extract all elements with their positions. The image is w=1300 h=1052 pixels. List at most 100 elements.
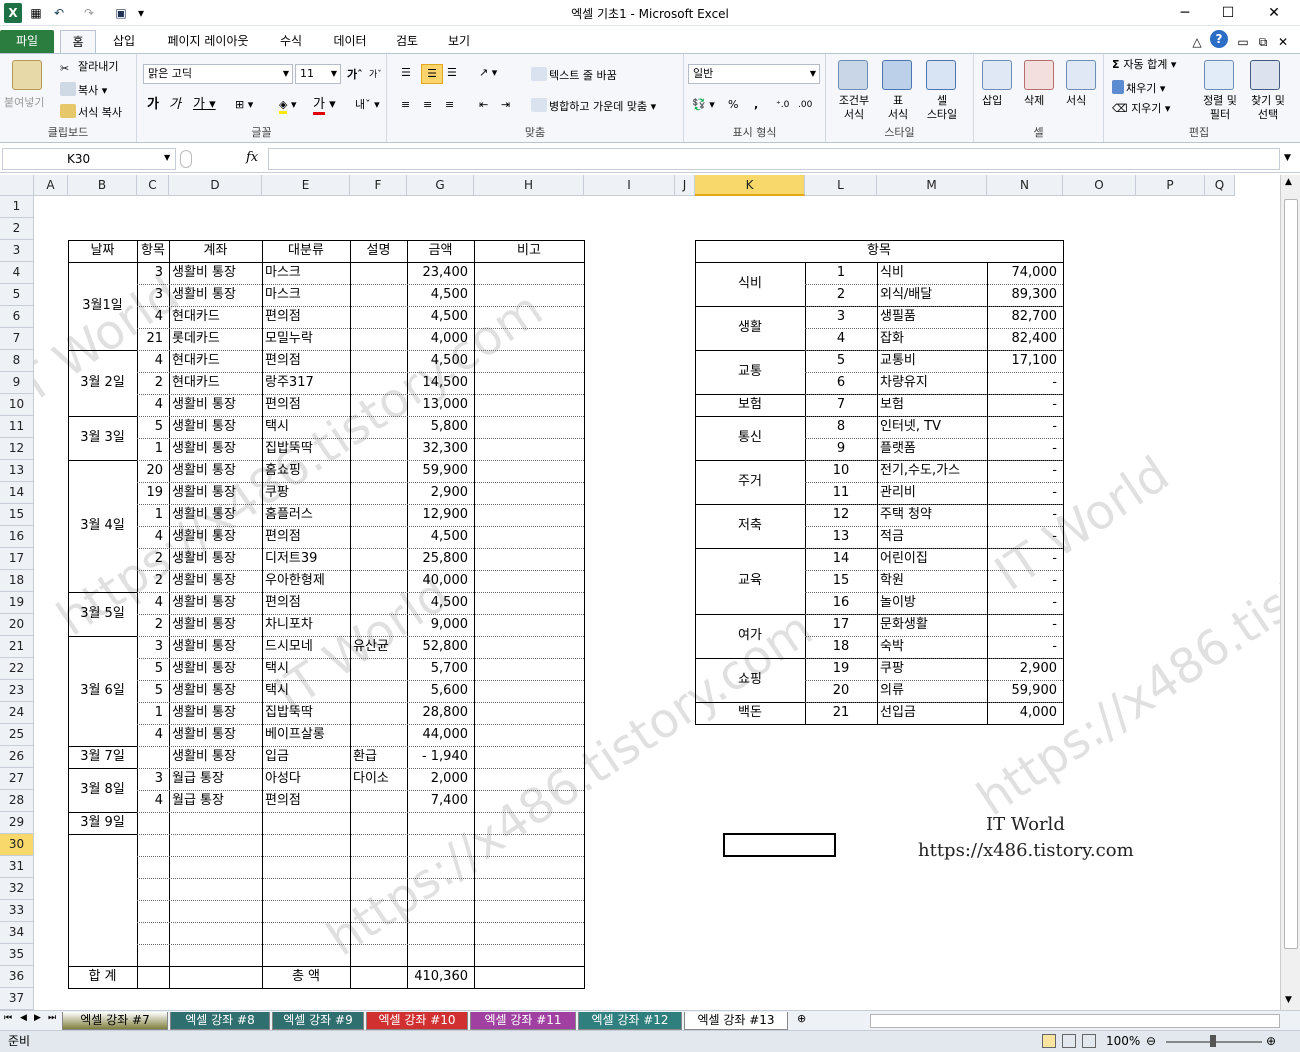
column-header-n[interactable]: N	[987, 175, 1063, 196]
increase-decimal-icon[interactable]: ⁺.0	[776, 98, 789, 112]
column-header-f[interactable]: F	[350, 175, 407, 196]
tab-file[interactable]: 파일	[0, 30, 54, 53]
column-header-l[interactable]: L	[805, 175, 877, 196]
row-header-33[interactable]: 33	[0, 900, 34, 922]
grow-font-icon[interactable]: 가ˆ	[347, 68, 363, 82]
column-header-a[interactable]: A	[34, 175, 68, 196]
row-header-15[interactable]: 15	[0, 504, 34, 526]
page-break-view-icon[interactable]	[1082, 1034, 1096, 1048]
font-size-select[interactable]: 11 ▼	[295, 64, 341, 84]
tab-data[interactable]: 데이터	[322, 30, 378, 53]
merge-center-button[interactable]: 병합하고 가운데 맞춤 ▾	[531, 98, 656, 114]
sheet-tab[interactable]: 엑셀 강좌 #9	[272, 1012, 364, 1030]
row-header-11[interactable]: 11	[0, 416, 34, 438]
row-header-14[interactable]: 14	[0, 482, 34, 504]
row-header-2[interactable]: 2	[0, 218, 34, 240]
phonetic-icon[interactable]: 내ˇ ▾	[355, 98, 380, 112]
normal-view-icon[interactable]	[1042, 1034, 1056, 1048]
column-header-p[interactable]: P	[1136, 175, 1205, 196]
insert-cells-button[interactable]: 삽입	[982, 94, 1002, 108]
align-center-icon[interactable]: ≡	[423, 98, 432, 112]
select-all-corner[interactable]	[0, 175, 34, 196]
doc-minimize-icon[interactable]: ▭	[1236, 32, 1250, 52]
row-header-34[interactable]: 34	[0, 922, 34, 944]
borders-icon[interactable]: ⊞ ▾	[235, 98, 253, 112]
name-box[interactable]: K30	[2, 148, 176, 170]
conditional-format-icon[interactable]	[838, 60, 868, 90]
new-sheet-icon[interactable]: ⊕	[797, 1012, 806, 1025]
row-header-24[interactable]: 24	[0, 702, 34, 724]
sheet-tab[interactable]: 엑셀 강좌 #7	[62, 1012, 168, 1030]
decrease-indent-icon[interactable]: ⇤	[479, 98, 488, 112]
next-sheet-icon[interactable]: ▶	[34, 1013, 41, 1023]
tab-review[interactable]: 검토	[388, 30, 426, 53]
active-cell-cursor[interactable]	[723, 833, 836, 857]
sheet-tab[interactable]: 엑셀 강좌 #13	[684, 1012, 788, 1030]
formula-splitter-icon[interactable]	[180, 150, 192, 168]
row-header-19[interactable]: 19	[0, 592, 34, 614]
sort-filter-icon[interactable]	[1204, 60, 1234, 90]
orientation-icon[interactable]: ↗ ▾	[479, 66, 497, 80]
last-sheet-icon[interactable]: ⏭	[48, 1013, 56, 1023]
shrink-font-icon[interactable]: 가ˇ	[369, 68, 382, 82]
first-sheet-icon[interactable]: ⏮	[4, 1013, 12, 1023]
zoom-level[interactable]: 100%	[1106, 1031, 1140, 1052]
zoom-in-icon[interactable]: ⊕	[1266, 1031, 1276, 1052]
row-header-28[interactable]: 28	[0, 790, 34, 812]
column-header-b[interactable]: B	[68, 175, 137, 196]
autosum-button[interactable]: Σ 자동 합계 ▾	[1112, 58, 1176, 72]
ribbon-collapse-icon[interactable]: △	[1190, 32, 1204, 52]
sheet-tab[interactable]: 엑셀 강좌 #10	[366, 1012, 468, 1030]
column-header-m[interactable]: M	[877, 175, 987, 196]
column-header-q[interactable]: Q	[1205, 175, 1235, 196]
row-header-35[interactable]: 35	[0, 944, 34, 966]
insert-cells-icon[interactable]	[982, 60, 1012, 90]
number-format-select[interactable]: 일반 ▼	[688, 64, 820, 84]
row-header-12[interactable]: 12	[0, 438, 34, 460]
tab-insert[interactable]: 삽입	[104, 30, 144, 53]
currency-icon[interactable]: 💱 ▾	[692, 98, 715, 112]
row-header-36[interactable]: 36	[0, 966, 34, 988]
scroll-down-icon[interactable]: ▼	[1285, 995, 1292, 1005]
cell-styles-button[interactable]: 셀 스타일	[920, 94, 964, 122]
row-header-30[interactable]: 30	[0, 834, 34, 856]
comma-icon[interactable]: ,	[754, 98, 758, 112]
column-header-h[interactable]: H	[474, 175, 584, 196]
column-header-i[interactable]: I	[584, 175, 675, 196]
row-header-16[interactable]: 16	[0, 526, 34, 548]
bold-icon[interactable]: 가	[147, 98, 159, 112]
align-middle-icon[interactable]: ☰	[421, 64, 443, 84]
find-select-button[interactable]: 찾기 및 선택	[1246, 94, 1290, 122]
fill-color-icon[interactable]: ◈ ▾	[279, 98, 297, 114]
row-header-22[interactable]: 22	[0, 658, 34, 680]
clear-button[interactable]: ⌫ 지우기 ▾	[1112, 102, 1170, 116]
paste-icon[interactable]	[12, 60, 42, 90]
column-header-e[interactable]: E	[262, 175, 350, 196]
row-header-10[interactable]: 10	[0, 394, 34, 416]
italic-icon[interactable]: 가	[169, 98, 181, 112]
worksheet-grid[interactable]: IT World https://x486.tistory.com IT World…	[34, 196, 1280, 1010]
underline-icon[interactable]: 가 ▾	[193, 98, 216, 112]
font-color-icon[interactable]: 가 ▾	[313, 97, 336, 115]
delete-cells-button[interactable]: 삭제	[1024, 94, 1044, 108]
align-bottom-icon[interactable]: ☰	[447, 66, 457, 80]
delete-cells-icon[interactable]	[1024, 60, 1054, 90]
tab-home[interactable]: 홈	[60, 30, 96, 53]
row-header-21[interactable]: 21	[0, 636, 34, 658]
row-header-25[interactable]: 25	[0, 724, 34, 746]
align-top-icon[interactable]: ☰	[401, 66, 411, 80]
row-header-3[interactable]: 3	[0, 240, 34, 262]
sort-filter-button[interactable]: 정렬 및 필터	[1200, 94, 1240, 122]
sheet-tab[interactable]: 엑셀 강좌 #11	[470, 1012, 576, 1030]
row-header-1[interactable]: 1	[0, 196, 34, 218]
sheet-tab[interactable]: 엑셀 강좌 #8	[170, 1012, 270, 1030]
doc-restore-icon[interactable]: ⧉	[1256, 32, 1270, 52]
row-header-4[interactable]: 4	[0, 262, 34, 284]
cut-button[interactable]: ✂ 잘라내기	[60, 60, 118, 76]
binoculars-icon[interactable]	[1250, 60, 1280, 90]
row-header-29[interactable]: 29	[0, 812, 34, 834]
prev-sheet-icon[interactable]: ◀	[20, 1013, 27, 1023]
row-header-26[interactable]: 26	[0, 746, 34, 768]
doc-close-icon[interactable]: ✕	[1276, 32, 1290, 52]
font-face-select[interactable]: 맑은 고딕 ▼	[143, 64, 293, 84]
